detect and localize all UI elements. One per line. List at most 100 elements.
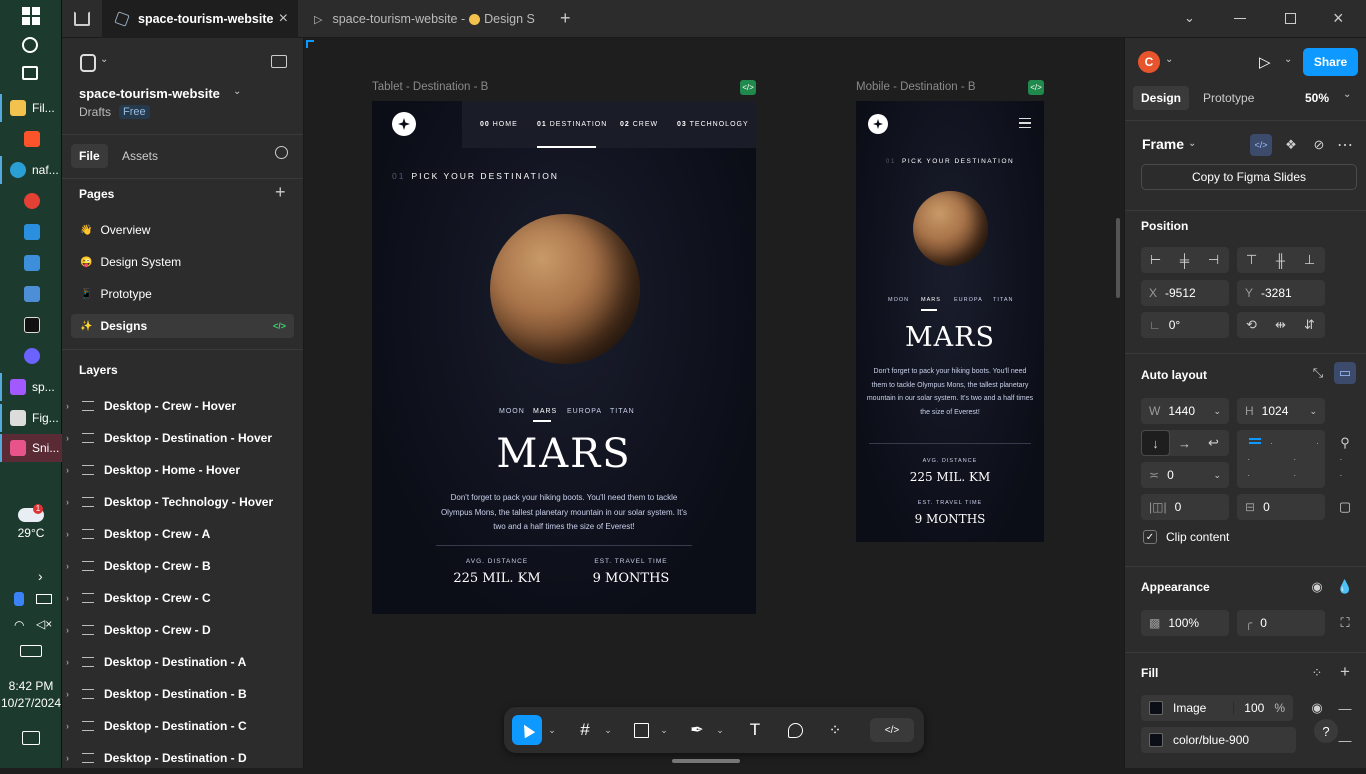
align-center-v-icon[interactable]: ╫ <box>1266 253 1295 268</box>
logo-icon[interactable] <box>868 114 888 134</box>
chevron-down-icon[interactable]: ⌄ <box>1165 54 1173 65</box>
taskbar-snipping[interactable]: Sni... <box>0 434 62 462</box>
opacity-field[interactable]: ▩ 100% <box>1141 610 1229 636</box>
battery-icon[interactable] <box>36 594 52 604</box>
logo-icon[interactable] <box>392 112 416 136</box>
chevron-right-icon[interactable]: › <box>66 657 80 667</box>
add-page-icon[interactable]: + <box>275 182 286 203</box>
nav-crew[interactable]: 02 CREW <box>620 121 658 128</box>
tab-file-active[interactable]: space-tourism-website × <box>102 0 298 38</box>
dest-tab-moon[interactable]: MOON <box>888 297 909 303</box>
sidebar-toggle-icon[interactable] <box>271 55 287 68</box>
expand-corners-icon[interactable]: ⛶ <box>1334 612 1356 634</box>
layer-item[interactable]: › Desktop - Destination - D <box>62 742 303 774</box>
alignment-grid[interactable]: · · · · · · · · <box>1237 430 1343 488</box>
close-icon[interactable]: × <box>279 10 288 28</box>
mobile-destination-frame[interactable]: 01 PICK YOUR DESTINATION MOON MARS EUROPA… <box>856 101 1044 542</box>
move-tool-button[interactable] <box>512 715 542 745</box>
align-left-icon[interactable]: ⊢ <box>1141 252 1170 268</box>
nav-technology[interactable]: 03 TECHNOLOGY <box>677 121 749 128</box>
chevron-down-icon[interactable]: ⌄ <box>658 707 670 753</box>
page-item-design-system[interactable]: 😜 Design System <box>62 246 303 278</box>
blend-mode-icon[interactable]: 💧 <box>1335 577 1355 597</box>
present-icon[interactable]: ▷ <box>1259 53 1271 71</box>
eye-icon[interactable]: ◉ <box>1307 577 1327 597</box>
layer-item[interactable]: › Desktop - Home - Hover <box>62 454 303 486</box>
comment-tool-icon[interactable] <box>780 707 810 753</box>
maximize-icon[interactable] <box>1285 13 1296 24</box>
file-name[interactable]: space-tourism-website <box>79 86 220 101</box>
home-icon[interactable] <box>74 11 90 26</box>
layer-item[interactable]: › Desktop - Destination - A <box>62 646 303 678</box>
search-icon[interactable] <box>22 37 38 53</box>
remove-fill-icon[interactable]: — <box>1335 730 1355 750</box>
taskbar-store[interactable] <box>0 249 62 277</box>
clock-date[interactable]: 10/27/2024 <box>0 696 62 710</box>
chevron-down-icon[interactable]: ⌄ <box>233 86 241 97</box>
eye-icon[interactable]: ◉ <box>1307 698 1327 718</box>
taskbar-app[interactable] <box>0 280 62 308</box>
dest-tab-titan[interactable]: TITAN <box>610 408 635 415</box>
chevron-down-icon[interactable]: ⌄ <box>1184 10 1195 26</box>
taskbar-brave[interactable] <box>0 125 62 153</box>
boolean-icon[interactable]: ⊘ <box>1308 134 1330 156</box>
clip-content-checkbox[interactable]: ✓ <box>1143 530 1157 544</box>
taskbar-chrome[interactable] <box>0 187 62 215</box>
dev-resources-icon[interactable]: </> <box>1250 134 1272 156</box>
rotate-icon[interactable]: ⟲ <box>1237 317 1266 333</box>
frame-type-label[interactable]: Frame <box>1142 136 1184 152</box>
zoom-level[interactable]: 50% <box>1305 86 1329 110</box>
share-button[interactable]: Share <box>1303 48 1358 76</box>
styles-grid-icon[interactable]: ⁘ <box>1307 663 1327 683</box>
width-field[interactable]: W 1440 ⌄ <box>1141 398 1229 424</box>
window-close-icon[interactable]: × <box>1333 8 1344 29</box>
fill-color-field[interactable]: color/blue-900 <box>1141 727 1296 753</box>
chevron-right-icon[interactable]: › <box>66 433 80 443</box>
dev-mode-toggle[interactable]: </> <box>870 718 914 742</box>
dev-mode-badge[interactable]: </> <box>740 80 756 95</box>
copy-to-slides-button[interactable]: Copy to Figma Slides <box>1141 164 1357 190</box>
clock-time[interactable]: 8:42 PM <box>0 679 62 693</box>
taskbar-app2[interactable] <box>0 311 62 339</box>
chevron-right-icon[interactable]: › <box>66 721 80 731</box>
avatar[interactable]: C <box>1138 51 1160 73</box>
arrow-right-icon[interactable]: → <box>1170 436 1199 451</box>
canvas[interactable]: Tablet - Destination - B </> 00 HOME 01 … <box>304 38 1124 768</box>
tab-prototype[interactable]: Prototype <box>1203 86 1254 110</box>
page-item-designs[interactable]: ✨ Designs </> <box>71 314 294 338</box>
page-item-overview[interactable]: 👋 Overview <box>62 214 303 246</box>
arrow-down-icon[interactable]: ↓ <box>1141 430 1170 456</box>
layer-item[interactable]: › Desktop - Crew - Hover <box>62 390 303 422</box>
minimize-icon[interactable] <box>1234 18 1246 19</box>
height-field[interactable]: H 1024 ⌄ <box>1237 398 1325 424</box>
mobile-frame-label[interactable]: Mobile - Destination - B <box>856 81 976 93</box>
corner-radius-field[interactable]: ╭ 0 <box>1237 610 1325 636</box>
tab-design[interactable]: Design <box>1133 86 1190 110</box>
flip-horizontal-icon[interactable]: ⇹ <box>1266 317 1295 333</box>
bluetooth-icon[interactable] <box>14 592 24 606</box>
nav-home[interactable]: 00 HOME <box>480 121 518 128</box>
search-icon[interactable] <box>275 146 288 159</box>
layer-item[interactable]: › Desktop - Crew - B <box>62 550 303 582</box>
y-field[interactable]: Y -3281 <box>1237 280 1325 306</box>
align-top-icon[interactable]: ⊤ <box>1237 252 1266 268</box>
dev-mode-badge[interactable]: </> <box>1028 80 1044 95</box>
layer-item[interactable]: › Desktop - Destination - Hover <box>62 422 303 454</box>
x-field[interactable]: X -9512 <box>1141 280 1229 306</box>
chevron-down-icon[interactable]: ⌄ <box>1188 138 1196 149</box>
remove-auto-layout-icon[interactable]: ⤡ <box>1309 362 1327 384</box>
remove-fill-icon[interactable]: — <box>1335 698 1355 718</box>
chevron-right-icon[interactable]: › <box>66 465 80 475</box>
taskbar-figma-2[interactable]: Fig... <box>0 404 62 432</box>
taskbar-figma-1[interactable]: sp... <box>0 373 62 401</box>
dest-tab-moon[interactable]: MOON <box>499 408 525 415</box>
tab-file[interactable]: File <box>71 144 108 168</box>
hamburger-menu-icon[interactable] <box>1019 118 1031 128</box>
chevron-right-icon[interactable]: › <box>66 561 80 571</box>
align-bottom-icon[interactable]: ⊥ <box>1295 252 1324 268</box>
frame-tool-icon[interactable]: # <box>570 707 600 753</box>
layer-item[interactable]: › Desktop - Crew - A <box>62 518 303 550</box>
page-item-prototype[interactable]: 📱 Prototype <box>62 278 303 310</box>
flip-vertical-icon[interactable]: ⇵ <box>1295 317 1324 333</box>
rectangle-tool-icon[interactable] <box>626 707 656 753</box>
